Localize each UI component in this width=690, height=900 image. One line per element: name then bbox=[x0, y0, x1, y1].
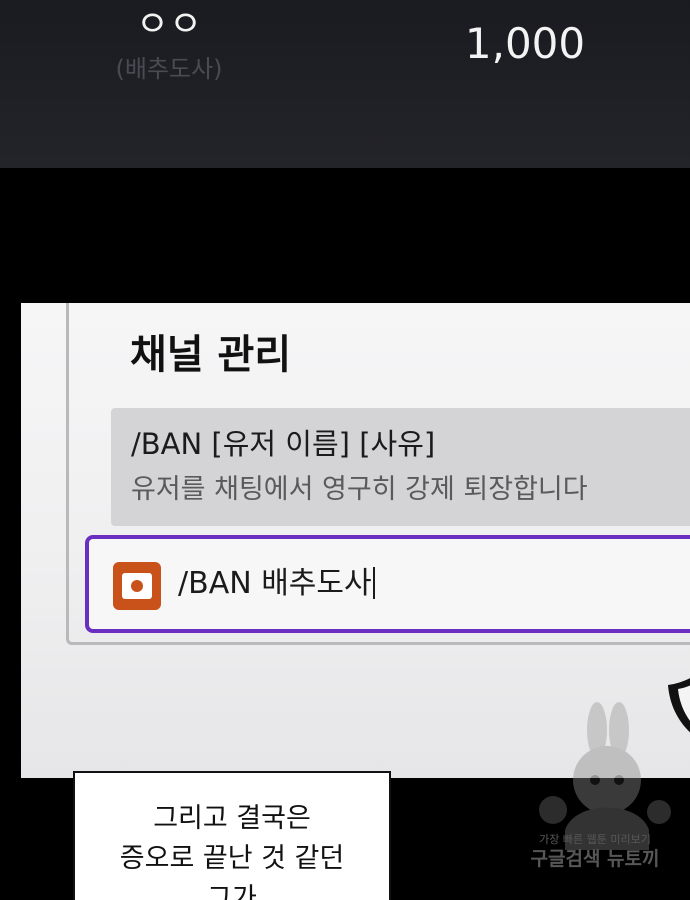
bubble-line-2: 증오로 끝난 것 같던 bbox=[119, 843, 345, 874]
watermark-line-2: 구글검색 뉴토끼 bbox=[530, 848, 660, 870]
panel-title: 채널 관리 bbox=[130, 332, 292, 378]
speech-bubble: 그리고 결국은 증오로 끝난 것 같던 그가 bbox=[73, 771, 391, 900]
bubble-line-3: 그가 bbox=[207, 883, 257, 900]
chat-input-field[interactable]: /BAN 배추도사 bbox=[85, 535, 690, 633]
command-help-box[interactable]: /BAN [유저 이름] [사유] 유저를 채팅에서 영구히 강제 퇴장합니다 bbox=[111, 408, 690, 526]
watermark-line-1: 가장 빠른 웹툰 미리보기 bbox=[539, 833, 651, 846]
chat-input-text: /BAN 배추도사 bbox=[178, 566, 372, 601]
webtoon-panel: ㅇㅇ (배추도사) 1,000 채널 관리 /BAN [유저 이름] [사유] … bbox=[0, 0, 690, 900]
text-caret bbox=[372, 567, 375, 599]
donation-bar: ㅇㅇ (배추도사) 1,000 bbox=[0, 0, 690, 168]
stream-icon bbox=[113, 562, 161, 610]
bubble-line-1: 그리고 결국은 bbox=[153, 803, 311, 834]
command-syntax: /BAN [유저 이름] [사유] bbox=[131, 427, 436, 461]
user-id-label: (배추도사) bbox=[115, 55, 223, 83]
command-description: 유저를 채팅에서 영구히 강제 퇴장합니다 bbox=[131, 474, 588, 505]
chat-input-value[interactable]: /BAN 배추도사 bbox=[178, 563, 375, 605]
donation-amount: 1,000 bbox=[464, 19, 586, 68]
user-name: ㅇㅇ bbox=[135, 4, 203, 45]
watermark: 가장 빠른 웹툰 미리보기 구글검색 뉴토끼 bbox=[505, 700, 685, 890]
